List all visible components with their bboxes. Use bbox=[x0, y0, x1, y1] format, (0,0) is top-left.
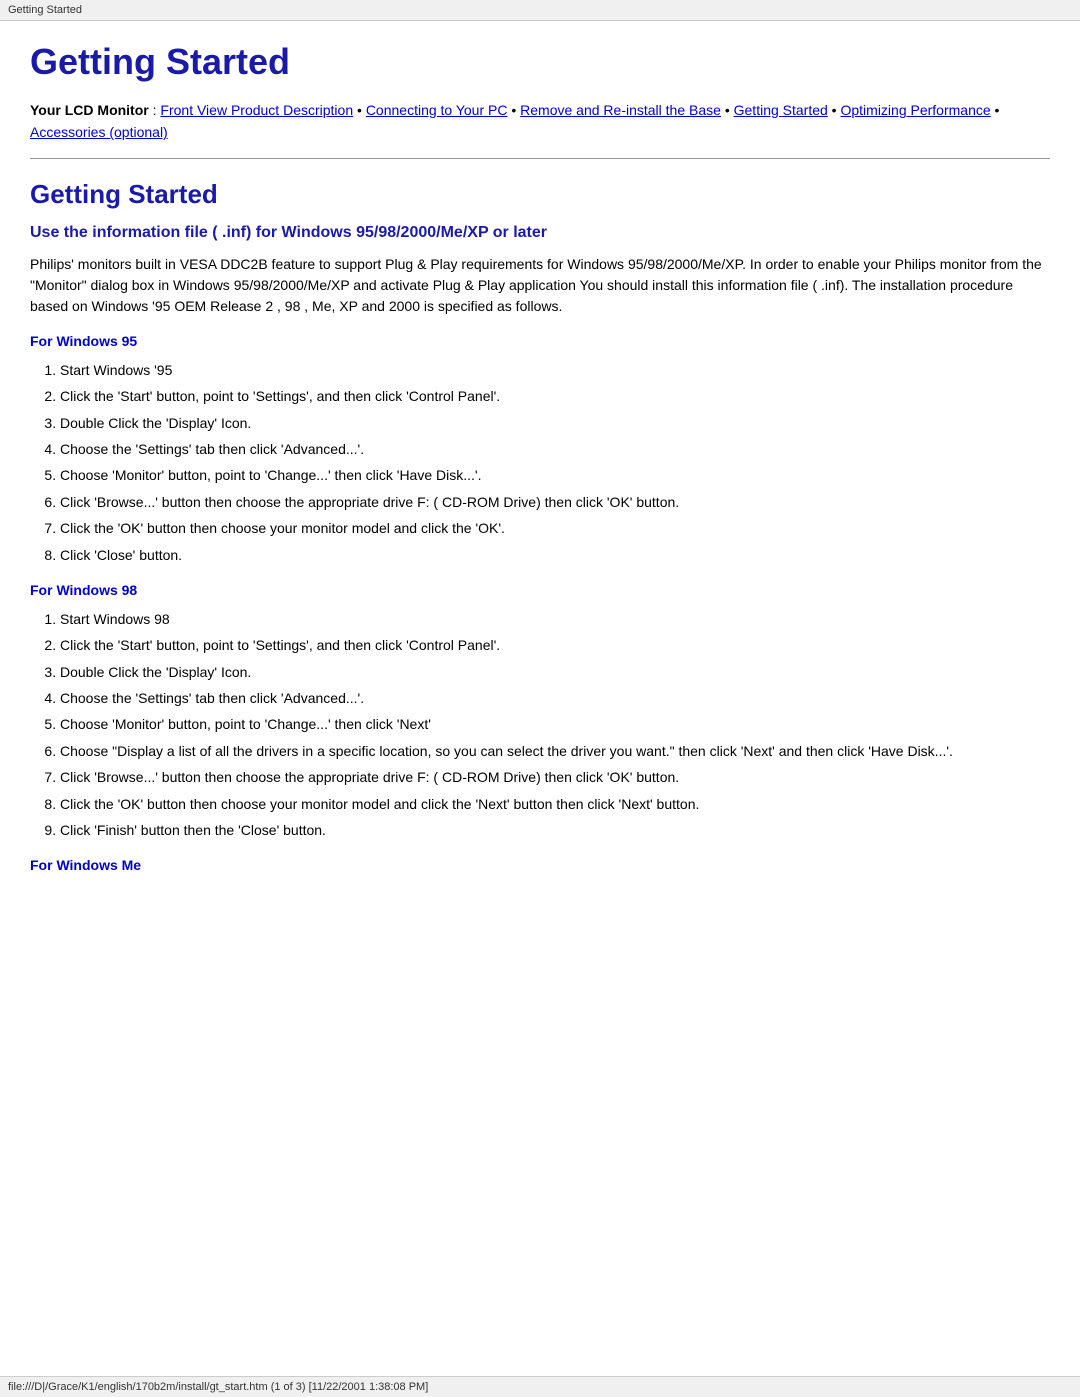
list-item: Choose the 'Settings' tab then click 'Ad… bbox=[60, 687, 1050, 709]
list-item: Start Windows 98 bbox=[60, 608, 1050, 630]
list-item: Click 'Browse...' button then choose the… bbox=[60, 491, 1050, 513]
win98-steps: Start Windows 98 Click the 'Start' butto… bbox=[60, 608, 1050, 842]
nav-link-getting-started[interactable]: Getting Started bbox=[734, 102, 828, 118]
list-item: Start Windows '95 bbox=[60, 359, 1050, 381]
content-area: Getting Started Your LCD Monitor : Front… bbox=[0, 21, 1080, 923]
list-item: Click the 'Start' button, point to 'Sett… bbox=[60, 634, 1050, 656]
subsection-title: Use the information file ( .inf) for Win… bbox=[30, 224, 1050, 242]
nav-link-connecting[interactable]: Connecting to Your PC bbox=[366, 102, 508, 118]
status-bar-text: file:///D|/Grace/K1/english/170b2m/insta… bbox=[8, 1381, 428, 1393]
nav-link-optimizing[interactable]: Optimizing Performance bbox=[840, 102, 990, 118]
browser-tab: Getting Started bbox=[0, 0, 1080, 21]
windows-section-95: For Windows 95 Start Windows '95 Click t… bbox=[30, 333, 1050, 566]
windows-section-me: For Windows Me bbox=[30, 857, 1050, 873]
list-item: Double Click the 'Display' Icon. bbox=[60, 661, 1050, 683]
winme-heading: For Windows Me bbox=[30, 857, 1050, 873]
tab-label: Getting Started bbox=[8, 4, 82, 16]
windows-section-98: For Windows 98 Start Windows 98 Click th… bbox=[30, 582, 1050, 842]
section-divider bbox=[30, 158, 1050, 159]
section-title: Getting Started bbox=[30, 179, 1050, 210]
list-item: Click 'Browse...' button then choose the… bbox=[60, 766, 1050, 788]
nav-prefix: Your LCD Monitor bbox=[30, 102, 149, 118]
list-item: Choose "Display a list of all the driver… bbox=[60, 740, 1050, 762]
nav-link-remove-base[interactable]: Remove and Re-install the Base bbox=[520, 102, 721, 118]
list-item: Click the 'Start' button, point to 'Sett… bbox=[60, 385, 1050, 407]
nav-line: Your LCD Monitor : Front View Product De… bbox=[30, 99, 1050, 144]
status-bar: file:///D|/Grace/K1/english/170b2m/insta… bbox=[0, 1376, 1080, 1397]
list-item: Click 'Finish' button then the 'Close' b… bbox=[60, 819, 1050, 841]
win98-heading: For Windows 98 bbox=[30, 582, 1050, 598]
win95-steps: Start Windows '95 Click the 'Start' butt… bbox=[60, 359, 1050, 566]
nav-link-accessories[interactable]: Accessories (optional) bbox=[30, 124, 168, 140]
list-item: Click the 'OK' button then choose your m… bbox=[60, 793, 1050, 815]
list-item: Double Click the 'Display' Icon. bbox=[60, 412, 1050, 434]
list-item: Click the 'OK' button then choose your m… bbox=[60, 517, 1050, 539]
intro-text: Philips' monitors built in VESA DDC2B fe… bbox=[30, 254, 1050, 317]
page-title: Getting Started bbox=[30, 41, 1050, 83]
list-item: Click 'Close' button. bbox=[60, 544, 1050, 566]
list-item: Choose 'Monitor' button, point to 'Chang… bbox=[60, 713, 1050, 735]
list-item: Choose 'Monitor' button, point to 'Chang… bbox=[60, 464, 1050, 486]
list-item: Choose the 'Settings' tab then click 'Ad… bbox=[60, 438, 1050, 460]
win95-heading: For Windows 95 bbox=[30, 333, 1050, 349]
nav-link-front-view[interactable]: Front View Product Description bbox=[160, 102, 353, 118]
